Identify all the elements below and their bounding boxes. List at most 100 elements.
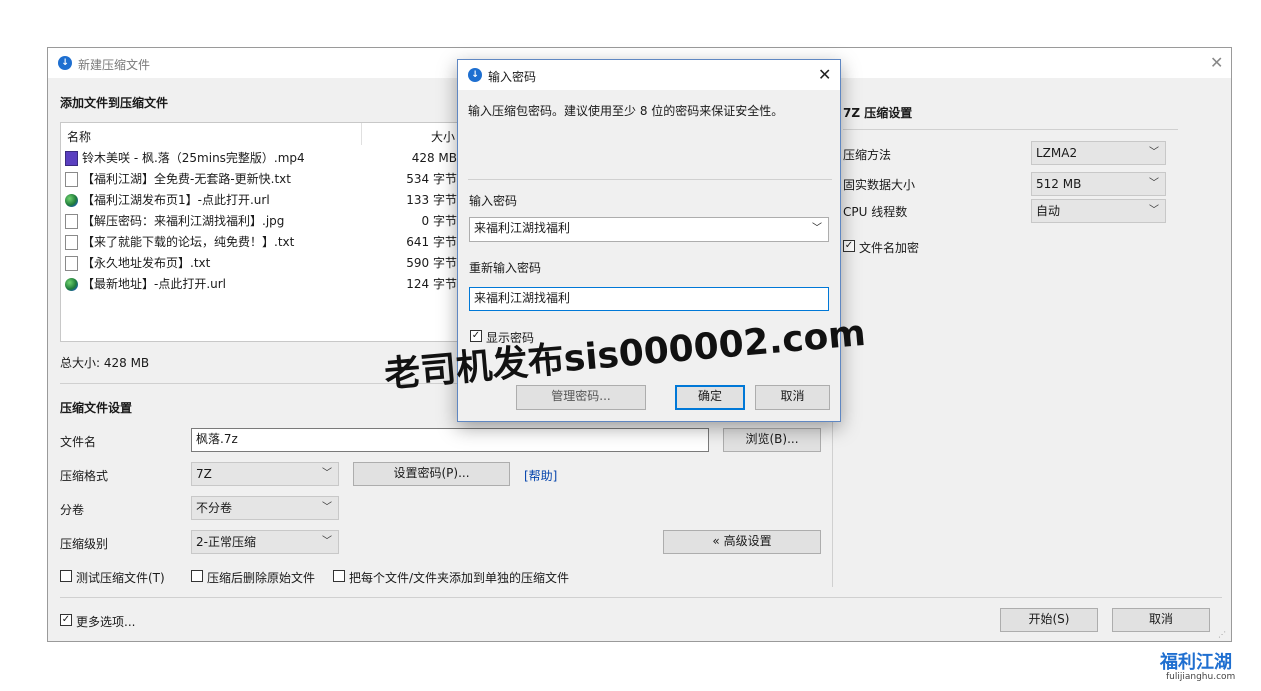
split-select[interactable]: 不分卷 ﹀ <box>191 496 339 520</box>
method-label: 压缩方法 <box>843 148 892 162</box>
ok-button[interactable]: 确定 <box>675 385 745 410</box>
start-button[interactable]: 开始(S) <box>1000 608 1098 632</box>
add-files-title: 添加文件到压缩文件 <box>60 96 169 110</box>
site-logo: 福利江湖 <box>1160 652 1232 673</box>
format-label: 压缩格式 <box>60 469 109 483</box>
chevron-down-icon[interactable]: ﹀ <box>812 218 822 239</box>
7z-settings-title: 7Z 压缩设置 <box>843 106 913 120</box>
file-name: 【解压密码：来福利江湖找福利】.jpg <box>82 214 285 228</box>
format-select[interactable]: 7Z ﹀ <box>191 462 339 486</box>
encrypt-filenames-label[interactable]: 文件名加密 <box>859 239 919 256</box>
settings-title: 压缩文件设置 <box>60 401 133 415</box>
chevron-down-icon: ﹀ <box>1149 147 1159 158</box>
browse-button[interactable]: 浏览(B)... <box>723 428 821 452</box>
divider <box>843 129 1178 130</box>
text-file-icon <box>65 214 78 229</box>
file-row[interactable]: 铃木美咲 - 枫.落（25mins完整版）.mp4 428 MB <box>65 148 457 169</box>
delete-original-label[interactable]: 压缩后删除原始文件 <box>207 569 315 586</box>
split-label: 分卷 <box>60 503 85 517</box>
password-combobox[interactable]: 来福利江湖找福利 ﹀ <box>469 217 829 242</box>
reenter-password-input[interactable]: 来福利江湖找福利 <box>469 287 829 311</box>
filename-input[interactable]: 枫落.7z <box>191 428 709 452</box>
delete-original-checkbox[interactable] <box>191 570 203 582</box>
dialog-close-icon[interactable]: ✕ <box>818 67 831 83</box>
file-name: 【最新地址】-点此打开.url <box>82 277 227 291</box>
file-name: 铃木美咲 - 枫.落（25mins完整版）.mp4 <box>82 151 305 165</box>
text-file-icon <box>65 235 78 250</box>
file-list[interactable]: 名称 大小 铃木美咲 - 枫.落（25mins完整版）.mp4 428 MB 【福利… <box>60 122 460 342</box>
level-label: 压缩级别 <box>60 537 109 551</box>
reenter-label: 重新输入密码 <box>469 261 542 275</box>
file-name: 【福利江湖发布页1】-点此打开.url <box>82 193 270 207</box>
text-file-icon <box>65 172 78 187</box>
divider <box>468 179 832 180</box>
format-value: 7Z <box>196 467 212 481</box>
file-name: 【来了就能下载的论坛，纯免费！】.txt <box>82 235 295 249</box>
bottom-divider <box>60 597 1222 598</box>
block-size-label: 固实数据大小 <box>843 178 916 192</box>
organize-passwords-button[interactable]: 管理密码... <box>516 385 646 410</box>
site-logo-url: fulijianghu.com <box>1166 672 1236 682</box>
dialog-title: 输入密码 <box>488 70 537 84</box>
test-checkbox[interactable] <box>60 570 72 582</box>
cancel-button[interactable]: 取消 <box>1112 608 1210 632</box>
advanced-settings-button[interactable]: « 高级设置 <box>663 530 821 554</box>
chevron-down-icon: ﹀ <box>322 502 332 513</box>
file-name: 【永久地址发布页】.txt <box>82 256 211 270</box>
dialog-instruction: 输入压缩包密码。建议使用至少 8 位的密码来保证安全性。 <box>468 104 784 118</box>
filename-label: 文件名 <box>60 435 97 449</box>
separate-archives-label[interactable]: 把每个文件/文件夹添加到单独的压缩文件 <box>349 569 569 586</box>
file-size: 534 字节 <box>406 172 457 186</box>
window-close-icon[interactable]: ✕ <box>1210 55 1223 71</box>
column-header-size[interactable]: 大小 <box>431 128 455 145</box>
video-file-icon <box>65 151 78 166</box>
window-title: 新建压缩文件 <box>78 58 151 72</box>
cpu-threads-select[interactable]: 自动 ﹀ <box>1031 199 1166 223</box>
password-label: 输入密码 <box>469 194 518 208</box>
text-file-icon <box>65 256 78 271</box>
file-row[interactable]: 【最新地址】-点此打开.url 124 字节 <box>65 274 457 295</box>
file-row[interactable]: 【来了就能下载的论坛，纯免费！】.txt 641 字节 <box>65 232 457 253</box>
globe-icon <box>65 278 78 291</box>
dialog-cancel-button[interactable]: 取消 <box>755 385 830 410</box>
total-size: 总大小: 428 MB <box>60 356 150 370</box>
encrypt-filenames-checkbox[interactable]: ✓ <box>843 240 855 252</box>
test-checkbox-label[interactable]: 测试压缩文件(T) <box>76 569 165 586</box>
file-rows: 铃木美咲 - 枫.落（25mins完整版）.mp4 428 MB 【福利江湖】全免费… <box>65 148 457 295</box>
column-divider <box>361 123 362 145</box>
globe-icon <box>65 194 78 207</box>
chevron-down-icon: ﹀ <box>322 536 332 547</box>
password-value: 来福利江湖找福利 <box>474 221 571 235</box>
file-row[interactable]: 【福利江湖发布页1】-点此打开.url 133 字节 <box>65 190 457 211</box>
split-value: 不分卷 <box>196 501 233 515</box>
cpu-threads-label: CPU 线程数 <box>843 205 908 219</box>
method-select[interactable]: LZMA2 ﹀ <box>1031 141 1166 165</box>
resize-grip-icon[interactable]: ⋰ <box>1218 630 1226 639</box>
app-icon: ↓ <box>58 56 72 70</box>
file-size: 0 字节 <box>421 214 457 228</box>
file-row[interactable]: 【永久地址发布页】.txt 590 字节 <box>65 253 457 274</box>
more-options-label[interactable]: 更多选项... <box>76 613 135 630</box>
chevron-down-icon: ﹀ <box>1149 178 1159 189</box>
file-row[interactable]: 【解压密码：来福利江湖找福利】.jpg 0 字节 <box>65 211 457 232</box>
column-header-name[interactable]: 名称 <box>67 128 91 145</box>
help-link[interactable]: [帮助] <box>524 467 557 484</box>
dialog-titlebar: ↓ 输入密码 ✕ <box>458 60 840 90</box>
set-password-button[interactable]: 设置密码(P)... <box>353 462 510 486</box>
more-options-checkbox[interactable]: ✓ <box>60 614 72 626</box>
chevron-down-icon: ﹀ <box>322 468 332 479</box>
file-size: 428 MB <box>411 151 457 165</box>
separate-archives-checkbox[interactable] <box>333 570 345 582</box>
file-size: 641 字节 <box>406 235 457 249</box>
level-select[interactable]: 2-正常压缩 ﹀ <box>191 530 339 554</box>
level-value: 2-正常压缩 <box>196 535 256 549</box>
block-size-select[interactable]: 512 MB ﹀ <box>1031 172 1166 196</box>
file-name: 【福利江湖】全免费-无套路-更新快.txt <box>82 172 291 186</box>
file-size: 124 字节 <box>406 277 457 291</box>
chevron-down-icon: ﹀ <box>1149 205 1159 216</box>
method-value: LZMA2 <box>1036 146 1078 160</box>
file-size: 133 字节 <box>406 193 457 207</box>
file-size: 590 字节 <box>406 256 457 270</box>
file-row[interactable]: 【福利江湖】全免费-无套路-更新快.txt 534 字节 <box>65 169 457 190</box>
app-icon: ↓ <box>468 68 482 82</box>
